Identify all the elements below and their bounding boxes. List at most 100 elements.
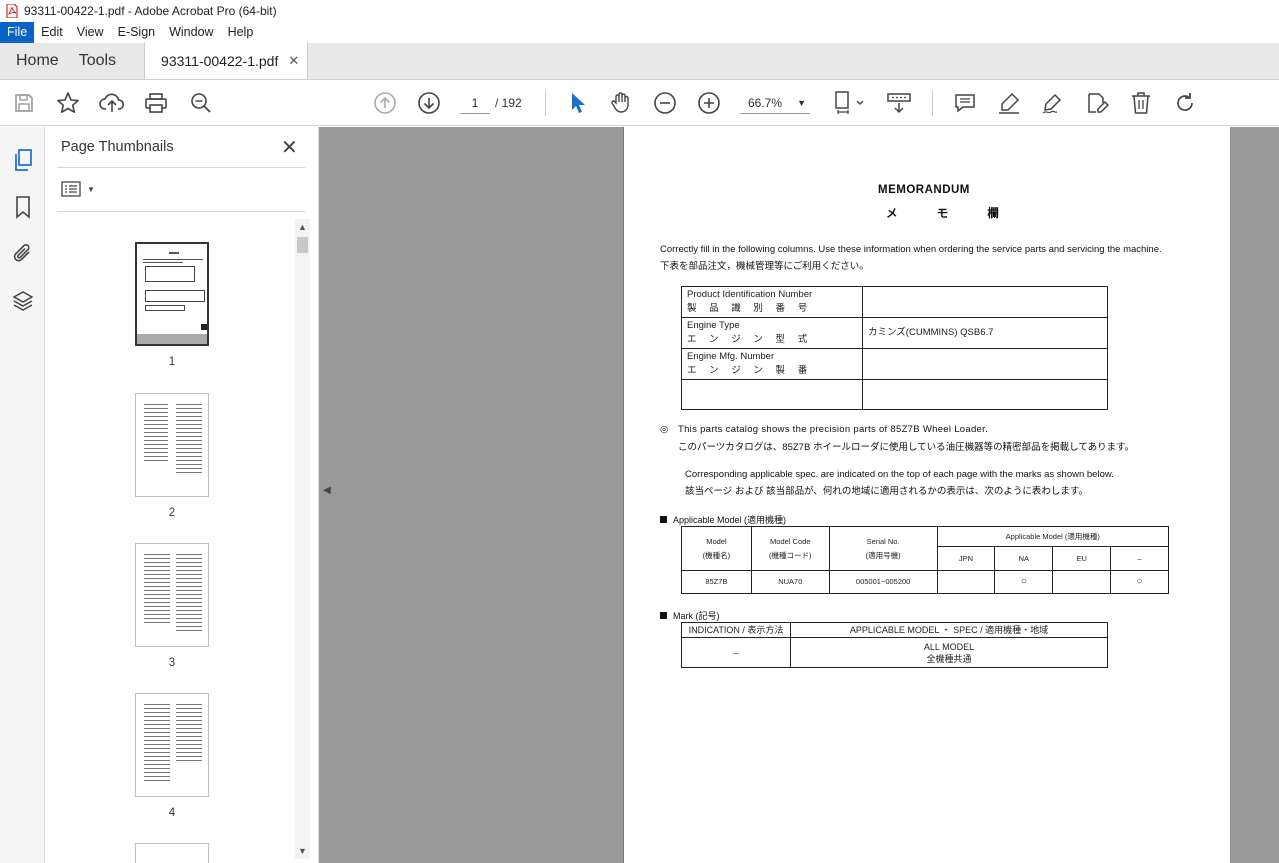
scroll-mode-icon[interactable] <box>886 90 912 116</box>
zoom-level-select[interactable]: 66.7% ▼ <box>740 92 810 114</box>
thumbnail-image <box>135 693 209 797</box>
chevron-down-icon: ▼ <box>797 98 806 108</box>
toolbar: 1 / 192 66.7% ▼ <box>0 80 1279 126</box>
thumbnail-page-2[interactable]: 2 <box>135 393 209 519</box>
menu-edit[interactable]: Edit <box>34 22 70 43</box>
rotate-icon[interactable] <box>1172 90 1198 116</box>
thumbnail-scrollbar[interactable]: ▲ ▼ <box>295 219 310 859</box>
instruction-jp: 下表を部品注文，機械管理等にご利用ください。 <box>660 261 869 272</box>
region-eu: EU <box>1052 546 1112 571</box>
thumbnail-page-number: 3 <box>168 657 176 669</box>
page-number-input[interactable]: 1 <box>460 92 490 114</box>
thumbnail-page-number: 2 <box>168 507 176 519</box>
page-fit-icon[interactable] <box>832 90 868 116</box>
toolbar-divider <box>545 90 546 116</box>
layers-icon[interactable] <box>10 288 36 314</box>
save-icon[interactable] <box>11 90 37 116</box>
region-na: NA <box>994 546 1054 571</box>
bullet-square-icon <box>660 612 667 619</box>
document-tab-label: 93311-00422-1.pdf <box>161 52 279 69</box>
thumbnail-page-4[interactable]: 4 <box>135 693 209 819</box>
close-panel-icon[interactable]: ✕ <box>281 135 298 160</box>
page-total: / 192 <box>495 96 522 110</box>
menu-file[interactable]: File <box>0 22 35 43</box>
edit-pdf-icon[interactable] <box>1084 90 1110 116</box>
scroll-down-arrow-icon[interactable]: ▼ <box>295 843 310 859</box>
menu-window[interactable]: Window <box>162 22 220 43</box>
col-model: Model <box>706 536 727 546</box>
tab-tools[interactable]: Tools <box>75 42 132 79</box>
row-label: Engine Type <box>687 320 740 331</box>
thumbnail-page-3[interactable]: 3 <box>135 543 209 669</box>
thumbnail-page-1[interactable]: 1 <box>135 242 209 368</box>
zoom-level-value: 66.7% <box>748 96 783 110</box>
document-viewer[interactable]: ◀ MEMORANDUM メ モ 欄 Correctly fill in the… <box>319 127 1279 863</box>
sign-pen-icon[interactable] <box>1040 90 1066 116</box>
page-thumbnails-panel: Page Thumbnails ✕ ▼ ▲ ▼ 1 2 3 4 <box>45 127 319 863</box>
document-title-jp: メ モ 欄 <box>886 208 1017 220</box>
tab-bar: Home Tools 93311-00422-1.pdf ✕ <box>0 42 1279 80</box>
options-list-icon <box>61 181 81 197</box>
thumbnail-page-number: 4 <box>168 807 176 819</box>
title-bar: 93311-00422-1.pdf - Adobe Acrobat Pro (6… <box>0 0 1279 22</box>
thumbnail-page-number: 1 <box>168 356 176 368</box>
comment-icon[interactable] <box>952 90 978 116</box>
row-value <box>862 379 1108 410</box>
toolbar-divider <box>932 90 933 116</box>
attachments-paperclip-icon[interactable] <box>10 240 36 266</box>
row-label <box>681 379 863 410</box>
thumbnail-page-partial[interactable] <box>135 843 209 863</box>
mark-table: INDICATION / 表示方法 APPLICABLE MODEL ・ SPE… <box>681 622 1108 668</box>
scroll-up-arrow-icon[interactable]: ▲ <box>295 219 310 235</box>
cell-serial: 005001~005200 <box>828 570 938 594</box>
note-en: This parts catalog shows the precision p… <box>678 424 989 435</box>
cell-mark-other: ○ <box>1110 570 1169 594</box>
col-applicable: Applicable Model (適用機種) <box>936 526 1170 547</box>
pdf-page: MEMORANDUM メ モ 欄 Correctly fill in the f… <box>623 127 1230 863</box>
zoom-in-icon[interactable] <box>696 90 722 116</box>
row-value: カミンズ(CUMMINS) QSB6.7 <box>862 317 1108 349</box>
applicable-model-heading: Applicable Model (適用機種) <box>660 513 786 526</box>
bookmark-star-icon[interactable] <box>55 90 81 116</box>
search-zoom-icon[interactable] <box>188 90 214 116</box>
delete-trash-icon[interactable] <box>1128 90 1154 116</box>
region-other: – <box>1110 546 1169 571</box>
col-code: Model Code <box>770 536 811 546</box>
close-tab-icon[interactable]: ✕ <box>288 53 299 69</box>
next-page-icon[interactable] <box>416 90 442 116</box>
cell-model: 85Z7B <box>681 570 752 594</box>
menu-view[interactable]: View <box>70 22 111 43</box>
hand-tool-icon[interactable] <box>608 90 634 116</box>
page-thumbnails-icon[interactable] <box>10 147 36 173</box>
document-title: MEMORANDUM <box>878 184 970 196</box>
menu-help[interactable]: Help <box>221 22 261 43</box>
bullet-square-icon <box>660 516 667 523</box>
tab-document[interactable]: 93311-00422-1.pdf ✕ <box>144 42 309 79</box>
viewer-right-strip <box>1230 127 1279 863</box>
bookmarks-icon[interactable] <box>10 194 36 220</box>
panel-divider <box>57 211 305 212</box>
cell-indication: – <box>681 637 791 668</box>
col-serial-jp: (適用号機) <box>865 550 901 560</box>
zoom-out-icon[interactable] <box>652 90 678 116</box>
chevron-down-icon: ▼ <box>87 184 95 194</box>
left-rail <box>0 127 45 863</box>
highlight-pen-icon[interactable] <box>996 90 1022 116</box>
mark-heading: Mark (記号) <box>660 609 720 622</box>
scrollbar-thumb[interactable] <box>297 237 308 253</box>
panel-title: Page Thumbnails <box>61 139 174 155</box>
upload-cloud-icon[interactable] <box>99 90 125 116</box>
print-icon[interactable] <box>143 90 169 116</box>
select-cursor-icon[interactable] <box>564 90 590 116</box>
thumbnail-options-menu[interactable]: ▼ <box>61 181 95 197</box>
collapse-panel-arrow-icon[interactable]: ◀ <box>323 485 331 496</box>
thumbnail-image <box>135 242 209 346</box>
cell-mark-eu <box>1052 570 1112 594</box>
tab-home[interactable]: Home <box>0 42 75 79</box>
menu-bar: File Edit View E-Sign Window Help <box>0 22 1279 43</box>
previous-page-icon[interactable] <box>372 90 398 116</box>
menu-esign[interactable]: E-Sign <box>111 22 163 43</box>
identification-table: Product Identification Number 製 品 識 別 番 号… <box>681 286 1108 410</box>
row-label-jp: 製 品 識 別 番 号 <box>687 303 813 314</box>
instruction-en: Correctly fill in the following columns.… <box>660 244 1162 255</box>
